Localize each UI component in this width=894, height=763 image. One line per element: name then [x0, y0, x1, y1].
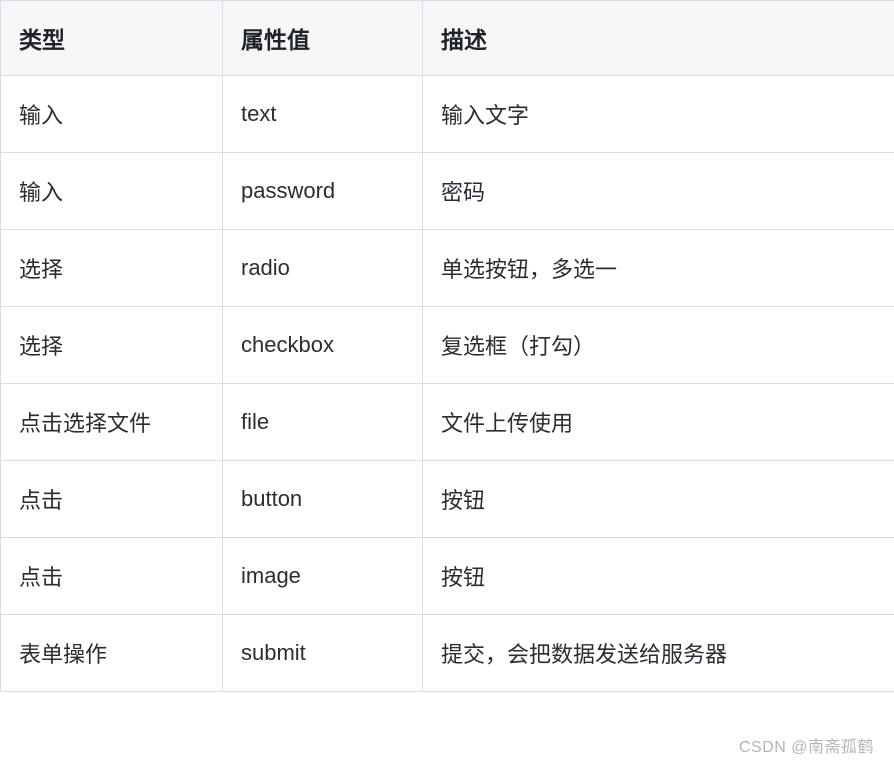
cell-type: 表单操作 — [1, 615, 223, 692]
table-row: 点击 image 按钮 — [1, 538, 894, 615]
table-row: 输入 text 输入文字 — [1, 76, 894, 153]
cell-desc: 文件上传使用 — [423, 384, 894, 461]
table-row: 点击选择文件 file 文件上传使用 — [1, 384, 894, 461]
table-header-row: 类型 属性值 描述 — [1, 1, 894, 76]
table-row: 选择 radio 单选按钮，多选一 — [1, 230, 894, 307]
cell-type: 输入 — [1, 153, 223, 230]
cell-desc: 密码 — [423, 153, 894, 230]
header-type: 类型 — [1, 1, 223, 76]
watermark: CSDN @南斋孤鹤 — [739, 733, 874, 757]
cell-attr: checkbox — [223, 307, 423, 384]
table-row: 表单操作 submit 提交，会把数据发送给服务器 — [1, 615, 894, 692]
cell-type: 点击 — [1, 538, 223, 615]
cell-type: 选择 — [1, 307, 223, 384]
cell-attr: button — [223, 461, 423, 538]
table-row: 点击 button 按钮 — [1, 461, 894, 538]
cell-desc: 按钮 — [423, 461, 894, 538]
table-row: 输入 password 密码 — [1, 153, 894, 230]
cell-attr: text — [223, 76, 423, 153]
input-type-table: 类型 属性值 描述 输入 text 输入文字 输入 password 密码 选择… — [0, 0, 894, 692]
cell-desc: 单选按钮，多选一 — [423, 230, 894, 307]
table-row: 选择 checkbox 复选框（打勾） — [1, 307, 894, 384]
cell-attr: password — [223, 153, 423, 230]
cell-desc: 输入文字 — [423, 76, 894, 153]
cell-attr: submit — [223, 615, 423, 692]
header-attr: 属性值 — [223, 1, 423, 76]
cell-type: 输入 — [1, 76, 223, 153]
cell-desc: 按钮 — [423, 538, 894, 615]
cell-attr: radio — [223, 230, 423, 307]
cell-type: 点击选择文件 — [1, 384, 223, 461]
cell-type: 点击 — [1, 461, 223, 538]
cell-type: 选择 — [1, 230, 223, 307]
cell-attr: image — [223, 538, 423, 615]
cell-attr: file — [223, 384, 423, 461]
cell-desc: 复选框（打勾） — [423, 307, 894, 384]
header-desc: 描述 — [423, 1, 894, 76]
cell-desc: 提交，会把数据发送给服务器 — [423, 615, 894, 692]
